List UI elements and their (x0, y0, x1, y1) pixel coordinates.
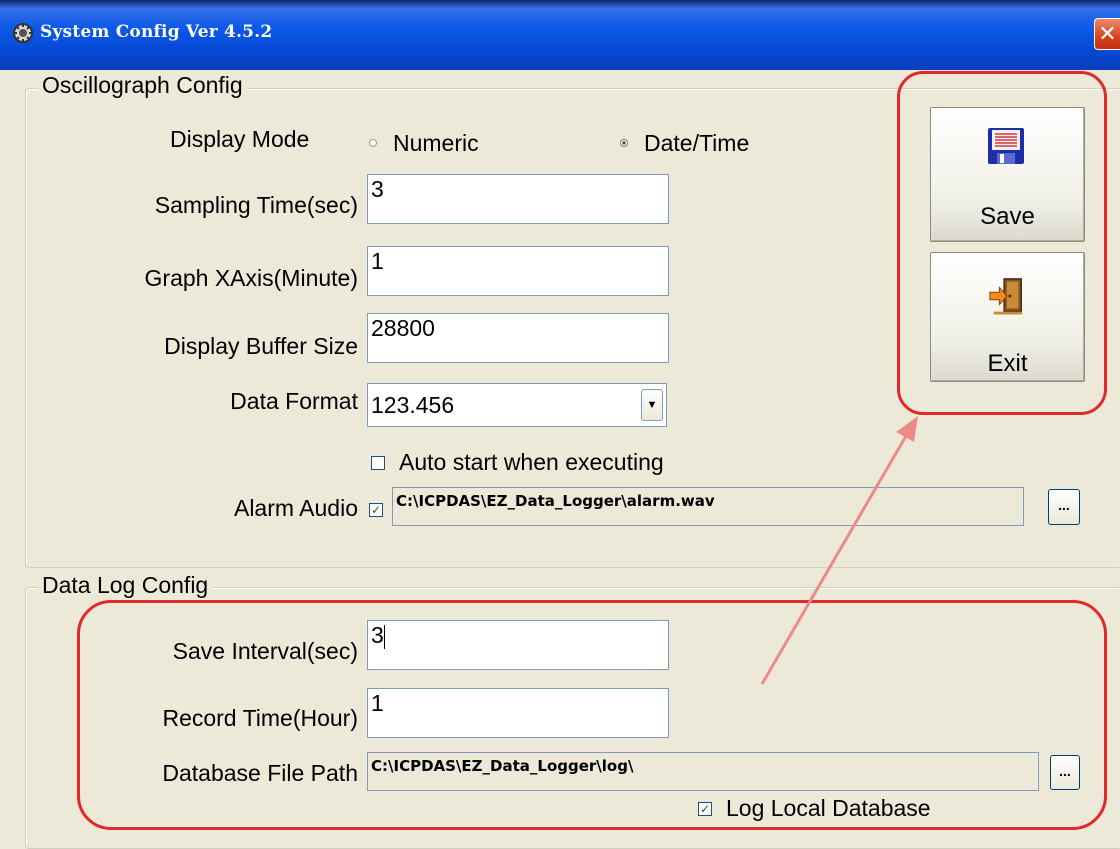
app-gear-icon (13, 23, 33, 43)
auto-start-label: Auto start when executing (399, 449, 664, 475)
close-icon: ✕ (1098, 21, 1117, 46)
annotation-datalog-highlight (77, 600, 1107, 830)
annotation-buttons-highlight (897, 71, 1107, 415)
radio-numeric-label: Numeric (393, 129, 479, 156)
close-button[interactable]: ✕ (1094, 18, 1120, 50)
alarm-audio-label: Alarm Audio (233, 495, 358, 521)
title-bar[interactable]: System Config Ver 4.5.2 ✕ (0, 0, 1120, 70)
alarm-audio-path-field[interactable]: C:\ICPDAS\EZ_Data_Logger\alarm.wav (392, 487, 1024, 526)
buffer-size-label: Display Buffer Size (164, 333, 358, 359)
radio-datetime[interactable]: Date/Time (620, 130, 749, 156)
graph-xaxis-input[interactable]: 1 (367, 246, 669, 296)
radio-datetime-indicator[interactable] (620, 139, 628, 147)
data-format-label: Data Format (230, 388, 358, 414)
dropdown-arrow-icon: ▼ (646, 399, 658, 411)
sampling-time-label: Sampling Time(sec) (154, 192, 358, 218)
auto-start-checkbox-row[interactable]: Auto start when executing (371, 449, 664, 476)
alarm-audio-checkbox[interactable]: ✓ (369, 503, 383, 517)
buffer-size-input[interactable]: 28800 (367, 313, 669, 363)
data-log-config-title: Data Log Config (38, 572, 213, 599)
data-format-value: 123.456 (371, 392, 455, 418)
graph-xaxis-label: Graph XAxis(Minute) (144, 265, 358, 291)
sampling-time-input[interactable]: 3 (367, 174, 669, 224)
window-title: System Config Ver 4.5.2 (40, 22, 273, 42)
display-mode-label: Display Mode (170, 126, 310, 152)
radio-numeric[interactable]: Numeric (369, 130, 479, 156)
oscillograph-config-title: Oscillograph Config (38, 72, 247, 99)
radio-datetime-label: Date/Time (644, 129, 750, 156)
auto-start-checkbox[interactable] (371, 455, 385, 470)
data-format-dropdown-button[interactable]: ▼ (641, 389, 663, 421)
data-format-select[interactable]: 123.456 (367, 383, 667, 427)
radio-numeric-indicator[interactable] (369, 139, 377, 147)
alarm-audio-browse-button[interactable]: ... (1048, 489, 1080, 525)
